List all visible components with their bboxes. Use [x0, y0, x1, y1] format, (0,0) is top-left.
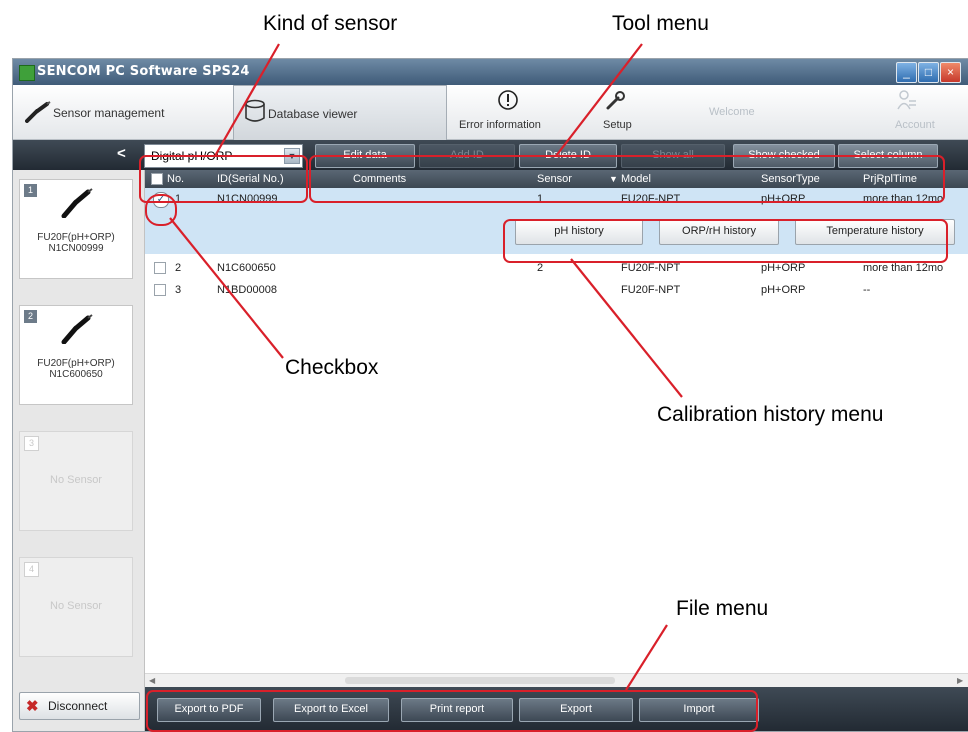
- callout-checkbox: Checkbox: [285, 356, 379, 379]
- leader-file-menu: [625, 624, 668, 691]
- callout-calibration-history-menu: Calibration history menu: [657, 403, 884, 426]
- leader-checkbox: [169, 217, 284, 359]
- leader-kind-of-sensor: [214, 43, 280, 157]
- callout-leader-lines: [169, 43, 683, 691]
- callout-file-menu: File menu: [676, 597, 769, 620]
- leader-calibration-history: [570, 258, 683, 398]
- leader-tool-menu: [555, 43, 643, 157]
